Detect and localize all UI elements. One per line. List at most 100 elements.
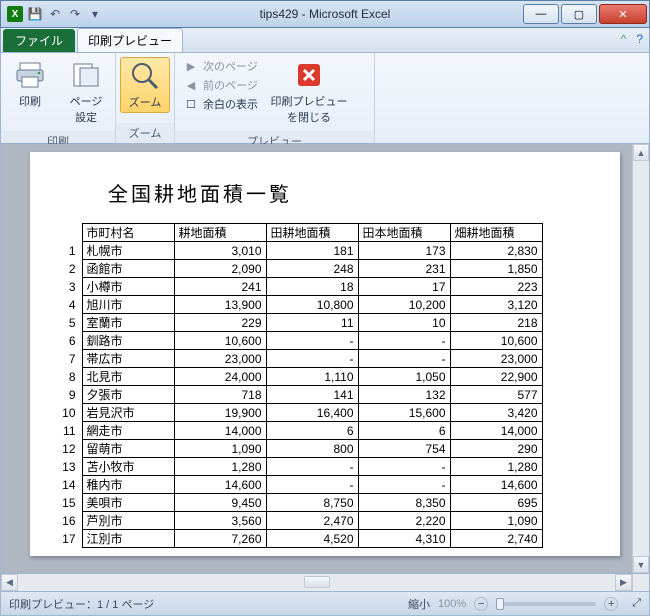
cell-value: 800 <box>266 440 358 458</box>
minimize-ribbon-icon[interactable]: ^ <box>621 32 627 46</box>
cell-value: 3,010 <box>174 242 266 260</box>
undo-icon[interactable]: ↶ <box>47 6 63 22</box>
ribbon-group-zoom: ズーム ズーム <box>116 53 175 143</box>
scroll-left-arrow-icon[interactable]: ◀ <box>1 574 18 591</box>
minimize-button[interactable]: — <box>523 4 559 24</box>
zoom-slider-thumb[interactable] <box>496 598 504 610</box>
quick-access-toolbar: X 💾 ↶ ↷ ▾ <box>1 6 109 22</box>
table-row: 1 札幌市 3,010 181 173 2,830 <box>58 242 542 260</box>
row-number: 6 <box>58 332 82 350</box>
cell-value: 2,740 <box>450 530 542 548</box>
row-number: 8 <box>58 368 82 386</box>
cell-value: 141 <box>266 386 358 404</box>
scroll-grip[interactable] <box>304 576 330 588</box>
close-button[interactable]: ✕ <box>599 4 647 24</box>
qat-customize-icon[interactable]: ▾ <box>87 6 103 22</box>
cell-value: 24,000 <box>174 368 266 386</box>
scroll-right-arrow-icon[interactable]: ▶ <box>615 574 632 591</box>
table-row: 3 小樽市 241 18 17 223 <box>58 278 542 296</box>
cell-value: 15,600 <box>358 404 450 422</box>
row-number: 7 <box>58 350 82 368</box>
row-number: 3 <box>58 278 82 296</box>
cell-value: 22,900 <box>450 368 542 386</box>
cell-name: 夕張市 <box>82 386 174 404</box>
cell-value: 23,000 <box>174 350 266 368</box>
table-header: 市町村名 <box>82 224 174 242</box>
ribbon-group-zoom-label: ズーム <box>116 123 174 143</box>
print-preview-viewport[interactable]: 全国耕地面積一覧 市町村名耕地面積田耕地面積田本地面積畑耕地面積 1 札幌市 3… <box>0 144 650 574</box>
cell-value: 19,900 <box>174 404 266 422</box>
table-row: 6 釧路市 10,600 - - 10,600 <box>58 332 542 350</box>
cell-name: 札幌市 <box>82 242 174 260</box>
zoom-percent: 100% <box>438 598 466 610</box>
row-number: 1 <box>58 242 82 260</box>
file-tab[interactable]: ファイル <box>3 29 75 52</box>
cell-value: 1,090 <box>450 512 542 530</box>
prev-page-button: ◀ 前のページ <box>179 76 262 94</box>
zoom-button[interactable]: ズーム <box>120 57 170 113</box>
cell-name: 北見市 <box>82 368 174 386</box>
cell-value: 14,000 <box>450 422 542 440</box>
cell-name: 帯広市 <box>82 350 174 368</box>
cell-value: 9,450 <box>174 494 266 512</box>
cell-value: 11 <box>266 314 358 332</box>
cell-value: 17 <box>358 278 450 296</box>
row-number: 14 <box>58 476 82 494</box>
page-setup-label: ページ 設定 <box>70 93 103 125</box>
zoom-in-button[interactable]: + <box>604 597 618 611</box>
close-preview-button[interactable]: 印刷プレビュー を閉じる <box>272 57 346 127</box>
data-table: 市町村名耕地面積田耕地面積田本地面積畑耕地面積 1 札幌市 3,010 181 … <box>58 223 543 548</box>
cell-name: 留萌市 <box>82 440 174 458</box>
cell-value: 1,110 <box>266 368 358 386</box>
tab-print-preview[interactable]: 印刷プレビュー <box>77 28 183 52</box>
cell-name: 岩見沢市 <box>82 404 174 422</box>
show-margins-checkbox[interactable]: ☐ 余白の表示 <box>179 95 262 113</box>
cell-value: 718 <box>174 386 266 404</box>
table-row: 15 美唄市 9,450 8,750 8,350 695 <box>58 494 542 512</box>
close-preview-label: 印刷プレビュー を閉じる <box>271 93 348 125</box>
page-setup-icon <box>70 59 102 91</box>
zoom-button-label: ズーム <box>129 94 162 110</box>
cell-value: - <box>358 476 450 494</box>
print-button[interactable]: 印刷 <box>5 57 55 111</box>
row-number: 4 <box>58 296 82 314</box>
prev-page-icon: ◀ <box>183 77 199 93</box>
cell-value: 181 <box>266 242 358 260</box>
help-icon[interactable]: ? <box>636 32 643 46</box>
excel-app-icon[interactable]: X <box>7 6 23 22</box>
table-header: 田本地面積 <box>358 224 450 242</box>
scroll-down-arrow-icon[interactable]: ▼ <box>633 556 649 573</box>
cell-value: 1,050 <box>358 368 450 386</box>
zoom-out-button[interactable]: − <box>474 597 488 611</box>
zoom-slider[interactable] <box>496 602 596 606</box>
row-number: 16 <box>58 512 82 530</box>
maximize-button[interactable]: ▢ <box>561 4 597 24</box>
save-icon[interactable]: 💾 <box>27 6 43 22</box>
cell-value: 13,900 <box>174 296 266 314</box>
table-row: 4 旭川市 13,900 10,800 10,200 3,120 <box>58 296 542 314</box>
printer-icon <box>14 59 46 91</box>
row-number: 13 <box>58 458 82 476</box>
cell-name: 美唄市 <box>82 494 174 512</box>
cell-name: 網走市 <box>82 422 174 440</box>
cell-value: 231 <box>358 260 450 278</box>
table-row: 10 岩見沢市 19,900 16,400 15,600 3,420 <box>58 404 542 422</box>
table-row: 13 苫小牧市 1,280 - - 1,280 <box>58 458 542 476</box>
redo-icon[interactable]: ↷ <box>67 6 83 22</box>
cell-value: 754 <box>358 440 450 458</box>
vertical-scrollbar[interactable]: ▲ ▼ <box>632 144 649 573</box>
print-button-label: 印刷 <box>19 93 41 109</box>
ribbon-group-preview: ▶ 次のページ ◀ 前のページ ☐ 余白の表示 印刷プレビュー を閉じる プ <box>175 53 375 143</box>
table-row: 2 函館市 2,090 248 231 1,850 <box>58 260 542 278</box>
window-titlebar: X 💾 ↶ ↷ ▾ tips429 - Microsoft Excel — ▢ … <box>0 0 650 28</box>
magnifier-icon <box>129 60 161 92</box>
horizontal-scrollbar[interactable]: ◀ ▶ <box>1 574 632 591</box>
cell-value: 14,600 <box>450 476 542 494</box>
fit-page-icon[interactable]: ⤢ <box>632 597 641 610</box>
cell-value: 290 <box>450 440 542 458</box>
cell-value: 1,280 <box>174 458 266 476</box>
scroll-up-arrow-icon[interactable]: ▲ <box>633 144 649 161</box>
page-setup-button[interactable]: ページ 設定 <box>61 57 111 127</box>
zoom-label: 縮小 <box>408 596 430 612</box>
cell-value: 10,800 <box>266 296 358 314</box>
